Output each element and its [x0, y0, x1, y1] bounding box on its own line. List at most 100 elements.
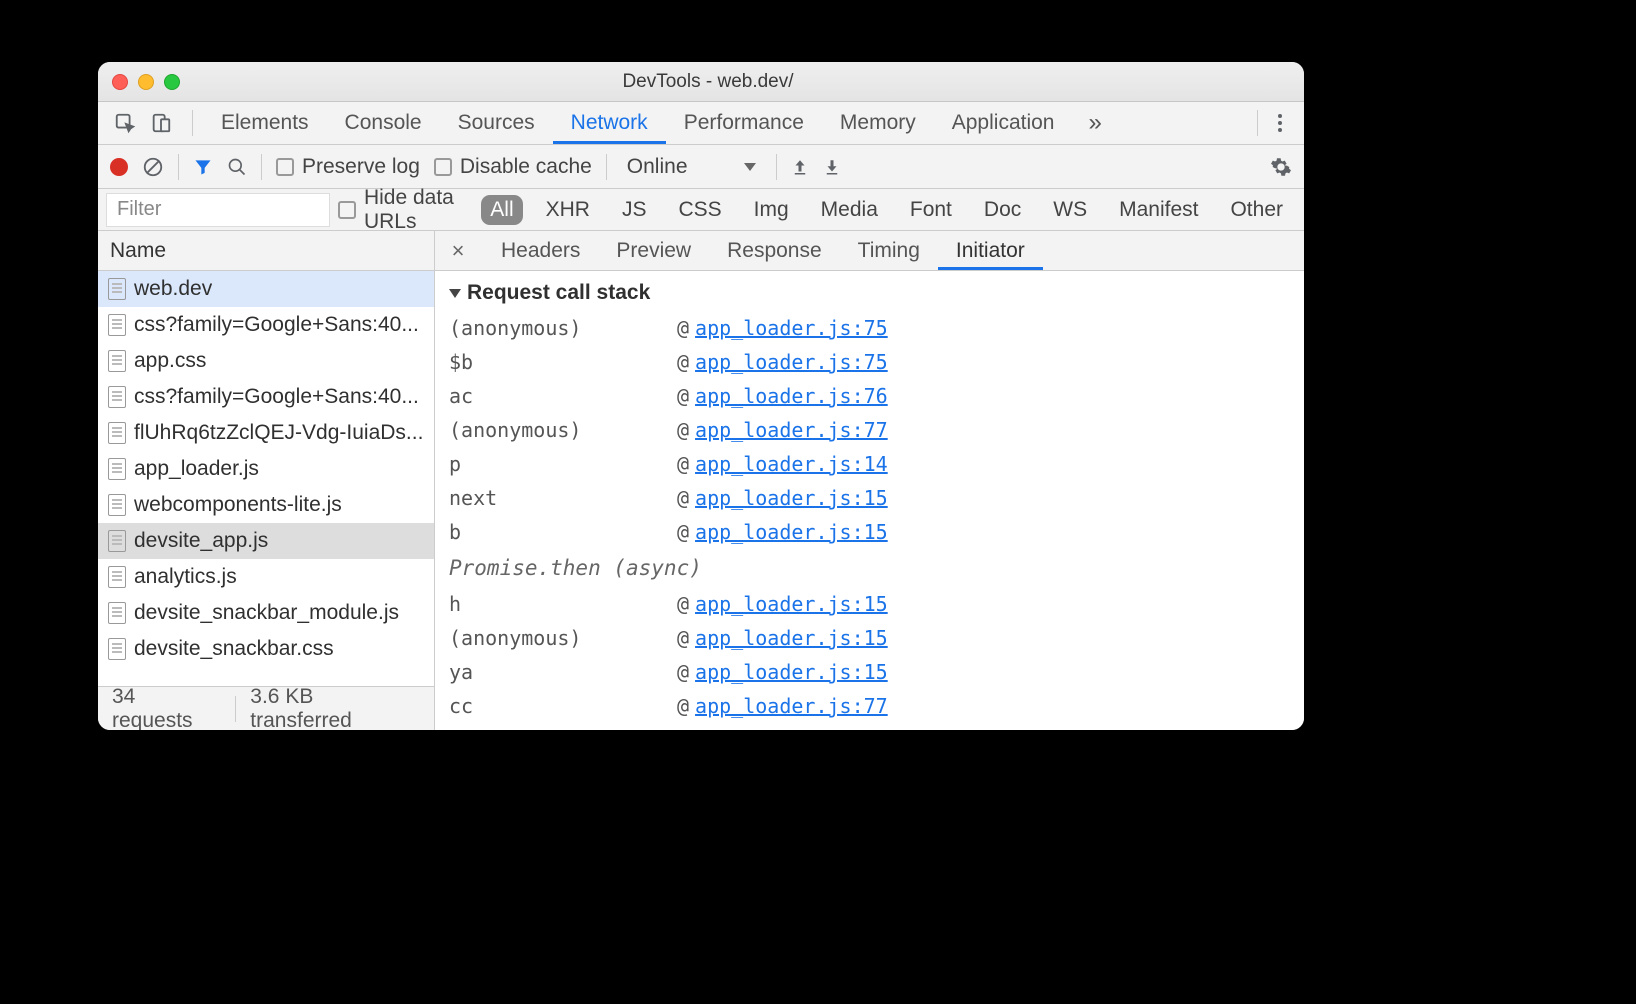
inspect-icon[interactable] [110, 108, 140, 138]
detail-tab-response[interactable]: Response [709, 231, 840, 270]
call-stack-list: (anonymous)@app_loader.js:75$b@app_loade… [449, 311, 1290, 723]
stack-function: next [449, 481, 677, 515]
type-filter-chips: All XHR JS CSS Img Media Font Doc WS Manifest Othe… [481, 195, 1304, 225]
stack-frame: ya@app_loader.js:15 [449, 655, 1290, 689]
tab-network[interactable]: Network [553, 102, 666, 144]
filter-chip-img[interactable]: Img [745, 195, 798, 225]
filter-chip-js[interactable]: JS [613, 195, 656, 225]
call-stack-title: Request call stack [467, 281, 650, 305]
request-row[interactable]: devsite_snackbar_module.js [98, 595, 434, 631]
stack-source-link[interactable]: app_loader.js:15 [695, 481, 888, 515]
request-row[interactable]: analytics.js [98, 559, 434, 595]
disclosure-triangle-icon [449, 289, 461, 298]
request-row[interactable]: flUhRq6tzZclQEJ-Vdg-IuiaDs... [98, 415, 434, 451]
stack-source-link[interactable]: app_loader.js:15 [695, 655, 888, 689]
request-name: devsite_app.js [134, 529, 268, 553]
request-row[interactable]: webcomponents-lite.js [98, 487, 434, 523]
throttling-select[interactable]: Online [621, 155, 762, 179]
tab-memory[interactable]: Memory [822, 102, 934, 144]
filter-chip-manifest[interactable]: Manifest [1110, 195, 1207, 225]
stack-source-link[interactable]: app_loader.js:75 [695, 311, 888, 345]
record-button[interactable] [110, 158, 128, 176]
stack-function: cc [449, 689, 677, 723]
tabs-overflow[interactable]: » [1088, 109, 1101, 137]
request-list-pane: Name web.dev css?family=Google+Sans:40...… [98, 231, 435, 730]
minimize-icon[interactable] [138, 74, 154, 90]
request-row[interactable]: devsite_snackbar.css [98, 631, 434, 667]
settings-gear-icon[interactable] [1270, 156, 1292, 178]
tab-performance[interactable]: Performance [666, 102, 822, 144]
request-row[interactable]: web.dev [98, 271, 434, 307]
kebab-menu-icon[interactable] [1268, 114, 1292, 132]
close-icon[interactable] [112, 74, 128, 90]
request-row[interactable]: app_loader.js [98, 451, 434, 487]
stack-source-link[interactable]: app_loader.js:77 [695, 413, 888, 447]
stack-function: h [449, 587, 677, 621]
throttling-value: Online [627, 155, 688, 179]
filter-chip-other[interactable]: Other [1221, 195, 1292, 225]
stack-frame: h@app_loader.js:15 [449, 587, 1290, 621]
file-icon [108, 422, 126, 444]
tab-console[interactable]: Console [327, 102, 440, 144]
request-row[interactable]: css?family=Google+Sans:40... [98, 379, 434, 415]
filter-input[interactable]: Filter [106, 193, 330, 227]
upload-icon[interactable] [791, 158, 809, 176]
disable-cache-label: Disable cache [460, 155, 592, 179]
stack-source-link[interactable]: app_loader.js:15 [695, 515, 888, 549]
zoom-icon[interactable] [164, 74, 180, 90]
file-icon [108, 458, 126, 480]
filter-chip-ws[interactable]: WS [1044, 195, 1096, 225]
detail-tab-timing[interactable]: Timing [840, 231, 938, 270]
request-name: devsite_snackbar_module.js [134, 601, 399, 625]
filter-icon[interactable] [193, 157, 213, 177]
filter-chip-font[interactable]: Font [901, 195, 961, 225]
stack-frame: next@app_loader.js:15 [449, 481, 1290, 515]
detail-tab-preview[interactable]: Preview [598, 231, 709, 270]
disable-cache-checkbox[interactable]: Disable cache [434, 155, 592, 179]
download-icon[interactable] [823, 158, 841, 176]
stack-source-link[interactable]: app_loader.js:75 [695, 345, 888, 379]
request-row[interactable]: app.css [98, 343, 434, 379]
hide-data-urls-label: Hide data URLs [364, 186, 469, 234]
tab-sources[interactable]: Sources [440, 102, 553, 144]
stack-source-link[interactable]: app_loader.js:14 [695, 447, 888, 481]
tab-application[interactable]: Application [934, 102, 1073, 144]
at-symbol: @ [677, 379, 689, 413]
request-name: css?family=Google+Sans:40... [134, 313, 419, 337]
stack-source-link[interactable]: app_loader.js:15 [695, 621, 888, 655]
hide-data-urls-checkbox[interactable]: Hide data URLs [338, 186, 469, 234]
name-column-header[interactable]: Name [98, 231, 434, 271]
filter-chip-xhr[interactable]: XHR [537, 195, 599, 225]
stack-frame: cc@app_loader.js:77 [449, 689, 1290, 723]
stack-frame: (anonymous)@app_loader.js:75 [449, 311, 1290, 345]
file-icon [108, 350, 126, 372]
close-details-button[interactable]: × [445, 238, 471, 264]
tab-elements[interactable]: Elements [203, 102, 327, 144]
detail-tab-initiator[interactable]: Initiator [938, 231, 1043, 270]
stack-frame: ac@app_loader.js:76 [449, 379, 1290, 413]
preserve-log-label: Preserve log [302, 155, 420, 179]
request-list: web.devcss?family=Google+Sans:40...app.c… [98, 271, 434, 686]
stack-frame: $b@app_loader.js:75 [449, 345, 1290, 379]
filter-chip-all[interactable]: All [481, 195, 522, 225]
request-row[interactable]: devsite_app.js [98, 523, 434, 559]
stack-frame: (anonymous)@app_loader.js:15 [449, 621, 1290, 655]
request-name: webcomponents-lite.js [134, 493, 342, 517]
filter-chip-media[interactable]: Media [812, 195, 887, 225]
detail-tab-headers[interactable]: Headers [483, 231, 598, 270]
filter-bar: Filter Hide data URLs All XHR JS CSS Img Medi… [98, 189, 1304, 231]
stack-frame: p@app_loader.js:14 [449, 447, 1290, 481]
request-name: devsite_snackbar.css [134, 637, 334, 661]
request-row[interactable]: css?family=Google+Sans:40... [98, 307, 434, 343]
stack-source-link[interactable]: app_loader.js:76 [695, 379, 888, 413]
stack-source-link[interactable]: app_loader.js:77 [695, 689, 888, 723]
filter-chip-css[interactable]: CSS [669, 195, 730, 225]
filter-chip-doc[interactable]: Doc [975, 195, 1030, 225]
stack-source-link[interactable]: app_loader.js:15 [695, 587, 888, 621]
file-icon [108, 494, 126, 516]
device-toggle-icon[interactable] [146, 108, 176, 138]
preserve-log-checkbox[interactable]: Preserve log [276, 155, 420, 179]
clear-icon[interactable] [142, 156, 164, 178]
call-stack-header[interactable]: Request call stack [449, 281, 1290, 305]
search-icon[interactable] [227, 157, 247, 177]
